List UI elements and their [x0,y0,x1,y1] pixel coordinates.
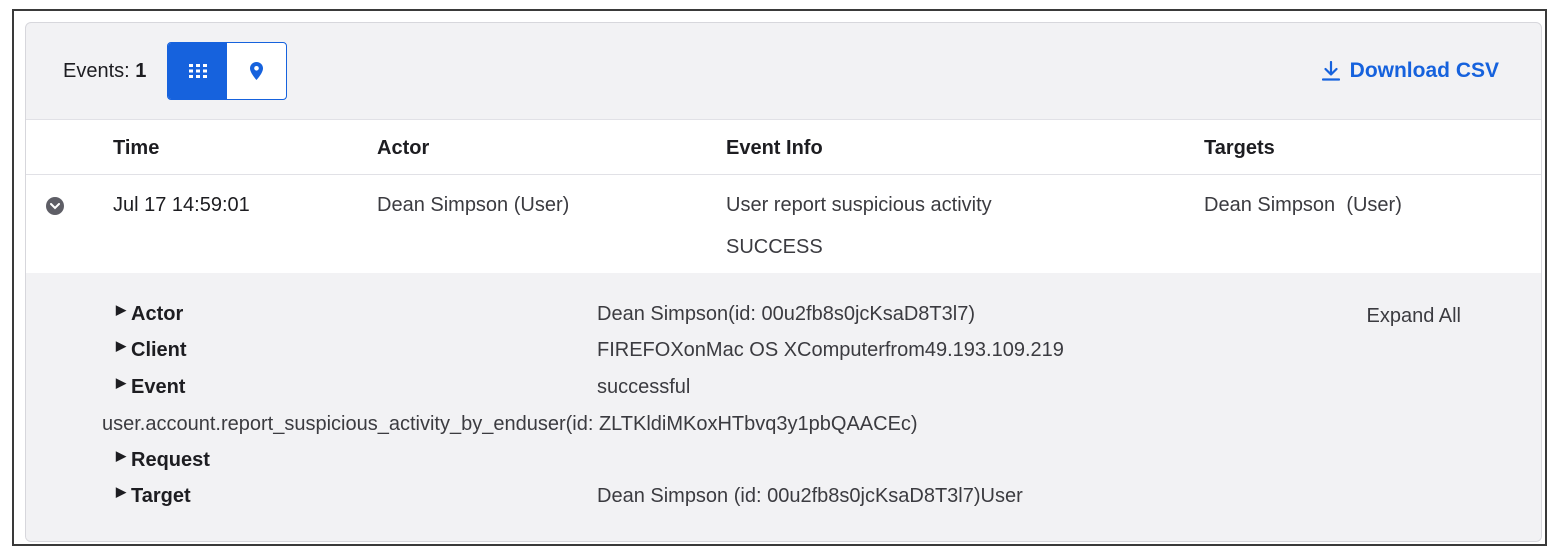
caret-right-icon: ▶ [116,338,126,353]
actor-name[interactable]: Dean Simpson [377,194,508,216]
target-type: (User) [1346,194,1402,216]
target-name[interactable]: Dean Simpson [1204,194,1335,216]
download-csv-button[interactable]: Download CSV [1321,59,1499,83]
cell-targets: Dean Simpson (User) [1204,194,1402,217]
event-details: Expand All ▶ Actor Dean Simpson(id: 00u2f… [26,273,1541,541]
detail-label-client: Client [131,339,187,361]
caret-right-icon: ▶ [116,375,126,390]
table-header: Time Actor Event Info Targets [26,120,1541,175]
events-panel: Events: 1 Download CSV Time Actor Event … [25,22,1542,542]
detail-value-event-type: user.account.report_suspicious_activity_… [102,413,918,435]
detail-toggle-request[interactable]: ▶ Request [116,448,210,472]
events-count: Events: 1 [63,60,146,83]
cell-event-status: SUCCESS [726,236,823,258]
detail-toggle-event[interactable]: ▶ Event [116,375,186,399]
column-header-actor[interactable]: Actor [377,137,429,160]
column-header-event-info[interactable]: Event Info [726,137,823,160]
cell-actor: Dean Simpson (User) [377,194,569,217]
detail-toggle-target[interactable]: ▶ Target [116,484,191,508]
caret-right-icon: ▶ [116,484,126,499]
detail-toggle-actor[interactable]: ▶ Actor [116,302,184,326]
detail-toggle-client[interactable]: ▶ Client [116,338,187,362]
detail-value-client: FIREFOXonMac OS XComputerfrom49.193.109.… [597,339,1064,361]
detail-value-actor: Dean Simpson(id: 00u2fb8s0jcKsaD8T3l7) [597,303,975,325]
download-icon [1321,61,1340,81]
table-row[interactable]: Jul 17 14:59:01 Dean Simpson (User) User… [26,175,1541,274]
download-csv-label: Download CSV [1349,59,1499,82]
cell-event-info: User report suspicious activity [726,194,992,216]
cell-time: Jul 17 14:59:01 [113,194,250,216]
map-pin-icon [250,62,263,80]
detail-label-event: Event [131,376,186,398]
chevron-down-icon [50,202,60,209]
caret-right-icon: ▶ [116,302,126,317]
detail-value-event: successful [597,376,691,398]
grid-icon [188,64,207,78]
expand-all-link[interactable]: Expand All [1366,305,1461,328]
collapse-row-button[interactable] [46,197,64,215]
view-toggle [167,42,287,100]
column-header-targets[interactable]: Targets [1204,137,1275,160]
caret-right-icon: ▶ [116,448,126,463]
toolbar: Events: 1 Download CSV [26,23,1541,119]
column-header-time[interactable]: Time [113,137,159,160]
map-view-button[interactable] [227,43,286,99]
events-label: Events: [63,60,130,82]
actor-type: (User) [513,194,570,216]
events-table: Time Actor Event Info Targets Jul 17 14:… [26,119,1541,274]
events-number: 1 [135,60,147,82]
detail-label-request: Request [131,449,210,471]
app-frame: Events: 1 Download CSV Time Actor Event … [12,9,1547,546]
grid-view-button[interactable] [168,43,227,99]
detail-value-target: Dean Simpson (id: 00u2fb8s0jcKsaD8T3l7)U… [597,485,1023,507]
detail-label-actor: Actor [131,303,184,325]
detail-label-target: Target [131,485,191,507]
